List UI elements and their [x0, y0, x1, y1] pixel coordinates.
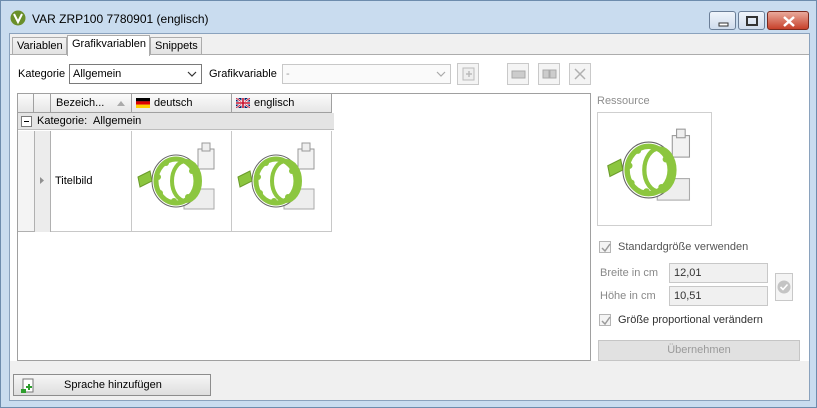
tab-snippets[interactable]: Snippets: [150, 37, 202, 55]
close-icon: [783, 16, 795, 27]
group-label: Kategorie:: [37, 115, 88, 127]
image-edit-icon: [511, 70, 526, 79]
collapse-group-icon[interactable]: [21, 116, 32, 127]
width-input[interactable]: 12,01: [669, 263, 768, 283]
title-bar[interactable]: VAR ZRP100 7780901 (englisch): [1, 1, 816, 33]
height-label: Höhe in cm: [600, 290, 656, 302]
replace-graphic-button[interactable]: [538, 63, 560, 85]
sort-ascending-icon: [117, 101, 125, 106]
german-flag-icon: [136, 98, 150, 108]
minimize-icon: [718, 22, 729, 27]
tab-variablen[interactable]: Variablen: [12, 37, 67, 55]
grafikvariable-label: Grafikvariable: [209, 68, 277, 80]
checkmark-icon: [601, 243, 611, 253]
apply-button[interactable]: Übernehmen: [598, 340, 800, 361]
maximize-icon: [746, 16, 758, 26]
pump-image-icon: [237, 142, 315, 210]
proportional-checkbox[interactable]: [599, 314, 611, 326]
add-graphic-variable-button[interactable]: [457, 63, 479, 85]
window-title: VAR ZRP100 7780901 (englisch): [32, 12, 209, 26]
default-size-label: Standardgröße verwenden: [618, 241, 749, 253]
pump-image-icon: [607, 128, 691, 201]
close-button[interactable]: [767, 11, 809, 30]
grid-corner-header: [18, 94, 34, 113]
resource-label: Ressource: [597, 95, 650, 107]
edit-graphic-button[interactable]: [507, 63, 529, 85]
checkmark-icon: [601, 316, 611, 326]
add-language-label: Sprache hinzufügen: [64, 379, 162, 391]
uk-flag-icon: [236, 98, 250, 108]
column-header-bezeichnung[interactable]: Bezeich...: [51, 94, 132, 113]
image-replace-icon: [542, 69, 557, 79]
maximize-button[interactable]: [738, 11, 765, 30]
minimize-button[interactable]: [709, 11, 736, 30]
table-row[interactable]: Titelbild: [51, 131, 132, 232]
row-selector[interactable]: [34, 131, 51, 232]
group-row-kategorie[interactable]: Kategorie: Allgemein: [18, 113, 334, 130]
lock-ratio-button[interactable]: [775, 273, 793, 301]
add-image-icon: [462, 67, 475, 81]
group-value: Allgemein: [93, 115, 142, 127]
height-input[interactable]: 10,51: [669, 286, 768, 306]
chevron-down-icon: [436, 71, 446, 77]
dialog-client-area: Variablen Grafikvariablen Snippets Kateg…: [9, 33, 810, 401]
grafikvariablen-panel: Kategorie Allgemein Grafikvariable - Bez…: [10, 54, 809, 361]
check-circle-icon: [777, 280, 791, 294]
grid-indicator-header: [34, 94, 51, 113]
delete-graphic-button[interactable]: [569, 63, 591, 85]
column-header-deutsch[interactable]: deutsch: [132, 94, 232, 113]
proportional-label: Größe proportional verändern: [618, 314, 763, 326]
app-window: VAR ZRP100 7780901 (englisch) Variablen …: [0, 0, 817, 408]
resource-preview: [597, 112, 712, 226]
image-cell-deutsch[interactable]: [132, 131, 232, 232]
default-size-checkbox[interactable]: [599, 241, 611, 253]
kategorie-select[interactable]: Allgemein: [69, 64, 202, 84]
graphics-grid[interactable]: Bezeich... deutsch englisch Kategorie: A…: [17, 93, 591, 361]
add-language-button[interactable]: Sprache hinzufügen: [13, 374, 211, 396]
grafikvariable-select[interactable]: -: [282, 64, 451, 84]
kategorie-label: Kategorie: [18, 68, 66, 80]
width-label: Breite in cm: [600, 267, 659, 279]
delete-icon: [574, 68, 586, 80]
tab-grafikvariablen[interactable]: Grafikvariablen: [67, 35, 150, 56]
row-pointer-icon: [40, 177, 44, 184]
column-header-englisch[interactable]: englisch: [232, 94, 332, 113]
app-logo-icon: [10, 10, 26, 26]
chevron-down-icon: [187, 71, 197, 77]
row-gutter: [18, 131, 34, 232]
image-cell-englisch[interactable]: [232, 131, 332, 232]
pump-image-icon: [137, 142, 215, 210]
row-name: Titelbild: [55, 175, 93, 187]
add-language-icon: [21, 378, 34, 393]
